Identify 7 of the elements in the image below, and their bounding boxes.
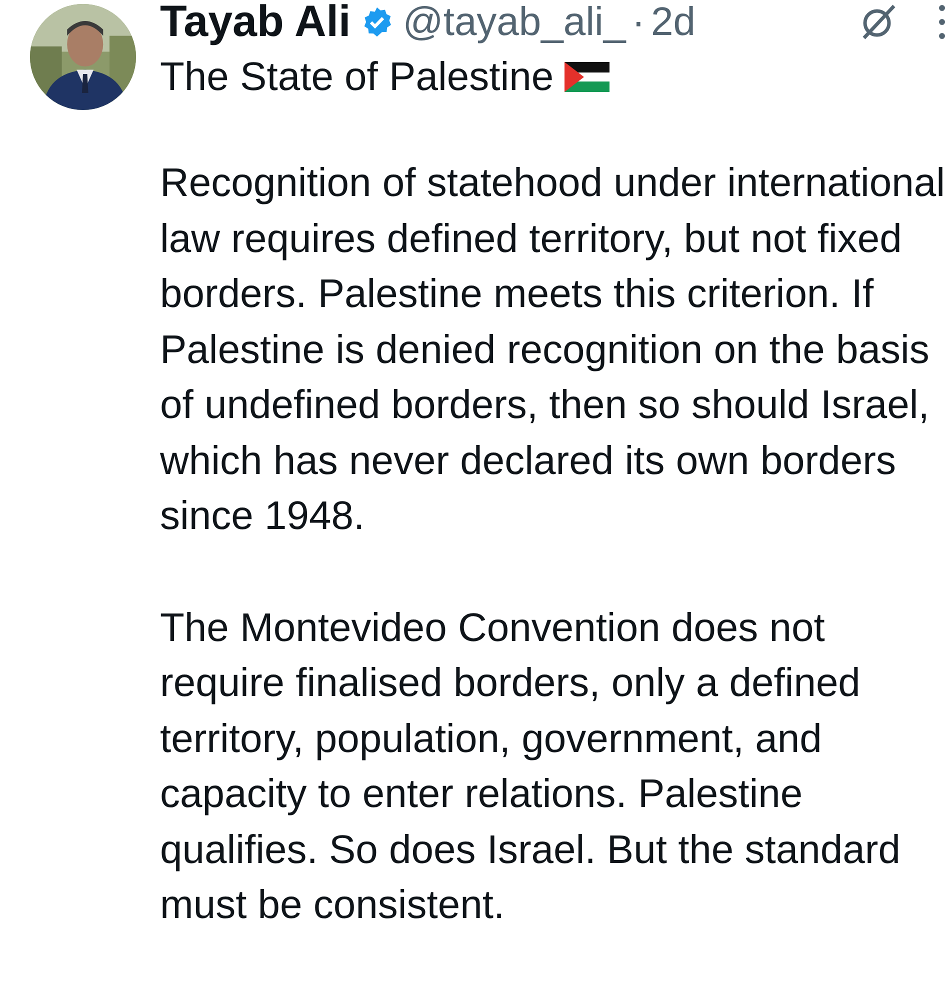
post-time[interactable]: 2d [651, 0, 696, 44]
author-handle[interactable]: @tayab_ali_ [402, 0, 626, 44]
post-title: The State of Palestine [160, 54, 554, 100]
post-paragraph: The Montevideo Convention does not require finalised borders, only a defined territory, population, government, and capacity to enter relations. Palestine qualifies. So does Israel. But the standard must be consistent. [160, 604, 902, 929]
author-name[interactable]: Tayab Ali [160, 0, 351, 47]
post-paragraph: Recognition of statehood under international law requires defined territory, but not fixed borders. Palestine meets this criterion. If Palestine is denied recognition on the basis of undefined borders, then so should Israel, which has never declared its own borders since 1948. [160, 160, 946, 540]
separator-dot: · [632, 0, 646, 44]
